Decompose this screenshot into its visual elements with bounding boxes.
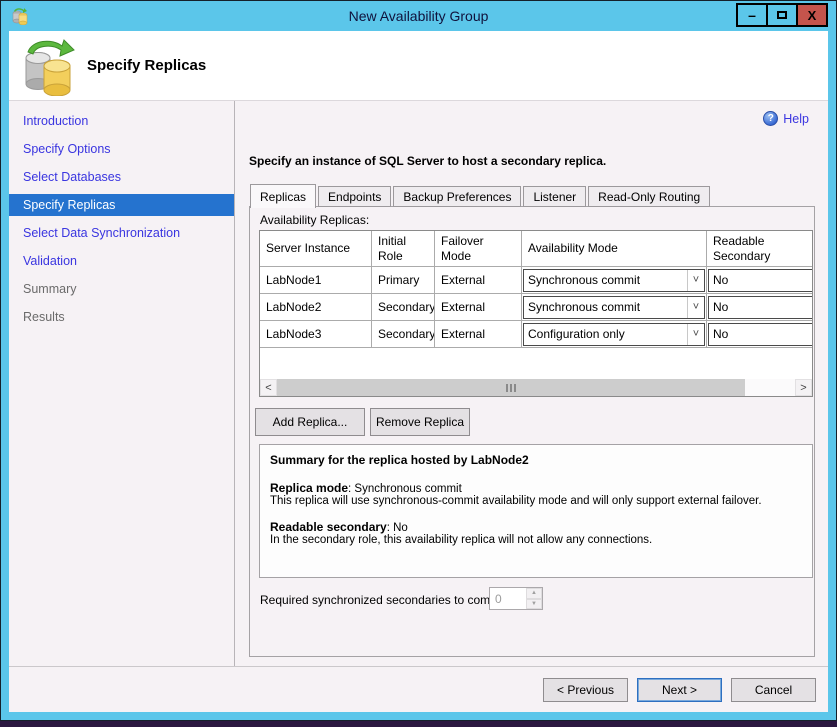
summary-title: Summary for the replica hosted by LabNod… <box>270 453 802 467</box>
minimize-icon: – <box>748 11 756 19</box>
readable-secondary-cell: No <box>707 321 812 348</box>
availability-mode-dropdown[interactable]: Synchronous commit ˅ <box>523 296 705 319</box>
stepper-up-icon[interactable]: ▲ <box>526 588 542 599</box>
tab-read-only-routing[interactable]: Read-Only Routing <box>588 186 710 207</box>
availability-replicas-label: Availability Replicas: <box>260 213 369 227</box>
help-label: Help <box>783 112 809 126</box>
failover-mode-cell: External <box>435 267 522 294</box>
maximize-button[interactable] <box>766 3 798 27</box>
server-instance-cell[interactable]: LabNode2 <box>260 294 372 321</box>
step-specify-replicas[interactable]: Specify Replicas <box>9 194 234 216</box>
step-select-data-synchronization[interactable]: Select Data Synchronization <box>9 219 234 247</box>
readable-secondary-dropdown[interactable]: No <box>708 269 812 292</box>
column-header-initial-role[interactable]: Initial Role <box>372 231 435 267</box>
readable-secondary-cell: No <box>707 267 812 294</box>
server-instance-cell[interactable]: LabNode1 <box>260 267 372 294</box>
chevron-down-icon[interactable]: ˅ <box>687 324 704 345</box>
replica-mode-description: This replica will use synchronous-commit… <box>270 495 802 507</box>
stepper-value[interactable]: 0 <box>490 588 526 609</box>
next-button[interactable]: Next > <box>637 678 722 702</box>
step-summary: Summary <box>9 275 234 303</box>
replica-summary-box: Summary for the replica hosted by LabNod… <box>259 444 813 578</box>
close-button[interactable]: X <box>796 3 828 27</box>
window-controls: – X <box>738 3 828 27</box>
replica-row-labnode1[interactable]: LabNode1 Primary External Synchronous co… <box>260 267 812 294</box>
help-icon: ? <box>763 111 778 126</box>
wizard-header: Specify Replicas <box>9 31 828 101</box>
replicas-database-icon <box>20 36 78 96</box>
previous-button[interactable]: < Previous <box>543 678 628 702</box>
readable-secondary-dropdown[interactable]: No <box>708 296 812 319</box>
tab-backup-preferences[interactable]: Backup Preferences <box>393 186 521 207</box>
readable-secondary-line: Readable secondary: No <box>270 520 802 534</box>
tab-replicas[interactable]: Replicas <box>250 184 316 208</box>
availability-mode-cell: Configuration only ˅ <box>522 321 707 348</box>
column-header-failover-mode[interactable]: Failover Mode <box>435 231 522 267</box>
availability-replicas-grid: Server Instance Initial Role Failover Mo… <box>259 230 813 397</box>
initial-role-cell: Secondary <box>372 321 435 348</box>
new-availability-group-dialog: New Availability Group – X Specify Repli… <box>0 0 837 721</box>
tab-listener[interactable]: Listener <box>523 186 586 207</box>
minimize-button[interactable]: – <box>736 3 768 27</box>
initial-role-cell: Secondary <box>372 294 435 321</box>
replica-mode-line: Replica mode: Synchronous commit <box>270 481 802 495</box>
scrollbar-grip-icon <box>506 384 516 392</box>
scroll-left-icon[interactable]: < <box>260 379 277 396</box>
page-title: Specify Replicas <box>87 57 206 74</box>
page-instruction: Specify an instance of SQL Server to hos… <box>249 154 606 168</box>
stepper-down-icon[interactable]: ▼ <box>526 599 542 610</box>
wizard-footer: < Previous Next > Cancel <box>9 666 828 712</box>
server-instance-cell[interactable]: LabNode3 <box>260 321 372 348</box>
scrollbar-thumb[interactable] <box>277 379 745 396</box>
readable-secondary-cell: No <box>707 294 812 321</box>
window-title: New Availability Group <box>1 1 836 31</box>
grid-empty-area <box>260 348 812 379</box>
replicas-tab-panel: Availability Replicas: Server Instance I… <box>249 206 815 657</box>
scroll-right-icon[interactable]: > <box>795 379 812 396</box>
help-link[interactable]: ? Help <box>763 111 809 126</box>
replica-row-labnode3[interactable]: LabNode3 Secondary External Configuratio… <box>260 321 812 348</box>
tab-endpoints[interactable]: Endpoints <box>318 186 391 207</box>
grid-header-row: Server Instance Initial Role Failover Mo… <box>260 231 812 267</box>
step-select-databases[interactable]: Select Databases <box>9 163 234 191</box>
initial-role-cell: Primary <box>372 267 435 294</box>
tab-strip: Replicas Endpoints Backup Preferences Li… <box>250 183 712 207</box>
dialog-body: Specify Replicas Introduction Specify Op… <box>9 31 828 712</box>
maximize-icon <box>777 11 787 19</box>
add-replica-button[interactable]: Add Replica... <box>255 408 365 436</box>
readable-secondary-dropdown[interactable]: No <box>708 323 812 346</box>
column-header-server-instance[interactable]: Server Instance <box>260 231 372 267</box>
horizontal-scrollbar[interactable]: < > <box>260 379 812 396</box>
failover-mode-cell: External <box>435 321 522 348</box>
availability-mode-cell: Synchronous commit ˅ <box>522 294 707 321</box>
step-specify-options[interactable]: Specify Options <box>9 135 234 163</box>
step-validation[interactable]: Validation <box>9 247 234 275</box>
step-results: Results <box>9 303 234 331</box>
wizard-steps-sidebar: Introduction Specify Options Select Data… <box>9 101 235 712</box>
cancel-button[interactable]: Cancel <box>731 678 816 702</box>
titlebar[interactable]: New Availability Group – X <box>1 1 836 31</box>
availability-mode-cell: Synchronous commit ˅ <box>522 267 707 294</box>
stepper-arrows: ▲ ▼ <box>526 588 542 609</box>
replica-row-labnode2[interactable]: LabNode2 Secondary External Synchronous … <box>260 294 812 321</box>
scrollbar-track[interactable] <box>745 379 795 396</box>
remove-replica-button[interactable]: Remove Replica <box>370 408 470 436</box>
close-icon: X <box>808 8 817 23</box>
chevron-down-icon[interactable]: ˅ <box>687 297 704 318</box>
readable-secondary-description: In the secondary role, this availability… <box>270 534 802 546</box>
column-header-readable-secondary[interactable]: Readable Secondary <box>707 231 812 267</box>
failover-mode-cell: External <box>435 294 522 321</box>
required-secondaries-label: Required synchronized secondaries to com… <box>260 593 506 607</box>
availability-mode-dropdown[interactable]: Configuration only ˅ <box>523 323 705 346</box>
availability-mode-dropdown[interactable]: Synchronous commit ˅ <box>523 269 705 292</box>
required-secondaries-stepper[interactable]: 0 ▲ ▼ <box>489 587 543 610</box>
step-introduction[interactable]: Introduction <box>9 107 234 135</box>
column-header-availability-mode[interactable]: Availability Mode <box>522 231 707 267</box>
wizard-page-content: ? Help Specify an instance of SQL Server… <box>236 101 828 666</box>
chevron-down-icon[interactable]: ˅ <box>687 270 704 291</box>
